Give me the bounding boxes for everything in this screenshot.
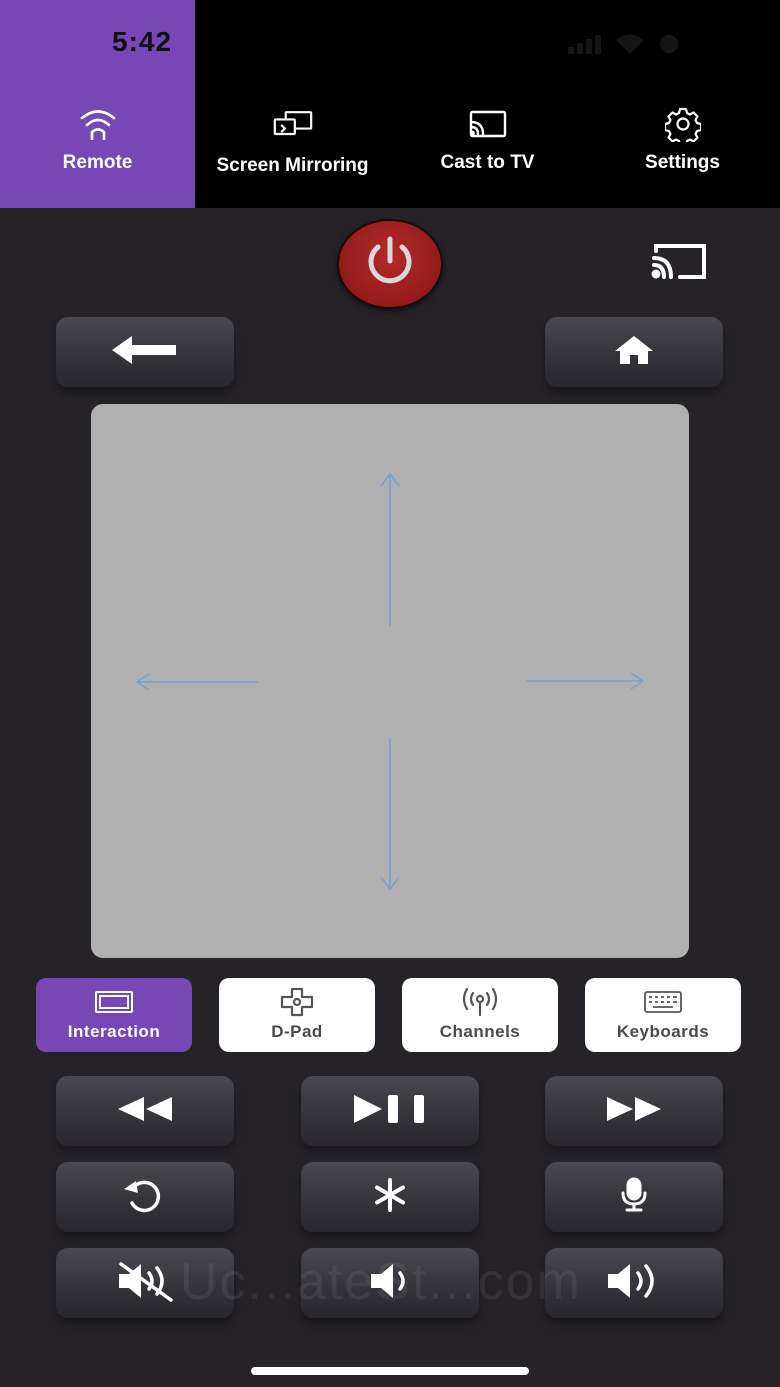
tab-screen-mirroring-label: Screen Mirroring bbox=[216, 155, 369, 176]
cast-icon bbox=[650, 241, 708, 286]
replay-icon bbox=[120, 1177, 170, 1218]
back-arrow-icon bbox=[112, 334, 178, 371]
cast-icon bbox=[468, 106, 508, 142]
rewind-icon bbox=[116, 1095, 174, 1128]
mode-dpad[interactable]: D-Pad bbox=[219, 978, 375, 1052]
mode-dpad-label: D-Pad bbox=[271, 1022, 323, 1041]
rewind-button[interactable] bbox=[56, 1076, 234, 1146]
battery-icon bbox=[658, 34, 680, 59]
mode-keyboards[interactable]: Keyboards bbox=[585, 978, 741, 1052]
microphone-icon bbox=[618, 1177, 650, 1218]
wifi-remote-icon bbox=[78, 106, 118, 142]
screen-mirroring-icon bbox=[273, 106, 313, 142]
asterisk-icon bbox=[372, 1177, 408, 1218]
volume-up-icon bbox=[604, 1260, 664, 1307]
play-pause-button[interactable] bbox=[301, 1076, 479, 1146]
home-button[interactable] bbox=[545, 317, 723, 387]
gear-icon bbox=[663, 106, 703, 142]
tab-settings-label: Settings bbox=[645, 152, 720, 173]
fast-forward-button[interactable] bbox=[545, 1076, 723, 1146]
back-button[interactable] bbox=[56, 317, 234, 387]
fast-forward-icon bbox=[605, 1095, 663, 1128]
options-button[interactable] bbox=[301, 1162, 479, 1232]
mode-keyboards-label: Keyboards bbox=[616, 1022, 710, 1041]
mode-interaction-label: Interaction bbox=[67, 1022, 161, 1041]
signal-icon bbox=[568, 34, 602, 59]
voice-button[interactable] bbox=[545, 1162, 723, 1232]
status-time: 5:42 bbox=[112, 26, 173, 57]
swipe-left-arrow-icon bbox=[135, 673, 258, 691]
power-button[interactable] bbox=[337, 219, 443, 309]
broadcast-icon bbox=[461, 988, 499, 1016]
screen-icon bbox=[95, 988, 133, 1016]
dpad-icon bbox=[279, 987, 315, 1017]
wifi-icon bbox=[616, 34, 644, 59]
mode-channels-label: Channels bbox=[439, 1022, 521, 1041]
replay-button[interactable] bbox=[56, 1162, 234, 1232]
home-icon bbox=[613, 334, 655, 371]
tab-remote-label: Remote bbox=[62, 152, 133, 173]
watermark: Uc...ateSt...com bbox=[180, 1253, 582, 1311]
keyboard-icon bbox=[644, 988, 682, 1016]
cast-button[interactable] bbox=[648, 242, 710, 284]
touchpad[interactable] bbox=[91, 404, 689, 958]
power-icon bbox=[359, 231, 421, 298]
tab-cast-to-tv-label: Cast to TV bbox=[440, 152, 535, 173]
tab-settings[interactable]: Settings bbox=[585, 0, 780, 208]
home-indicator[interactable] bbox=[251, 1367, 529, 1375]
status-icons bbox=[568, 34, 680, 59]
play-pause-icon bbox=[352, 1093, 428, 1130]
mute-icon bbox=[115, 1260, 175, 1307]
tab-screen-mirroring[interactable]: Screen Mirroring bbox=[195, 0, 390, 208]
mode-interaction[interactable]: Interaction bbox=[36, 978, 192, 1052]
swipe-down-arrow-icon bbox=[380, 739, 400, 891]
mode-channels[interactable]: Channels bbox=[402, 978, 558, 1052]
swipe-arrows bbox=[135, 472, 645, 891]
top-navigation-bar: Remote 5:42 Screen Mirroring Cast to TV bbox=[0, 0, 780, 208]
swipe-right-arrow-icon bbox=[526, 672, 645, 690]
tab-cast-to-tv[interactable]: Cast to TV bbox=[390, 0, 585, 208]
swipe-up-arrow-icon bbox=[380, 472, 400, 626]
